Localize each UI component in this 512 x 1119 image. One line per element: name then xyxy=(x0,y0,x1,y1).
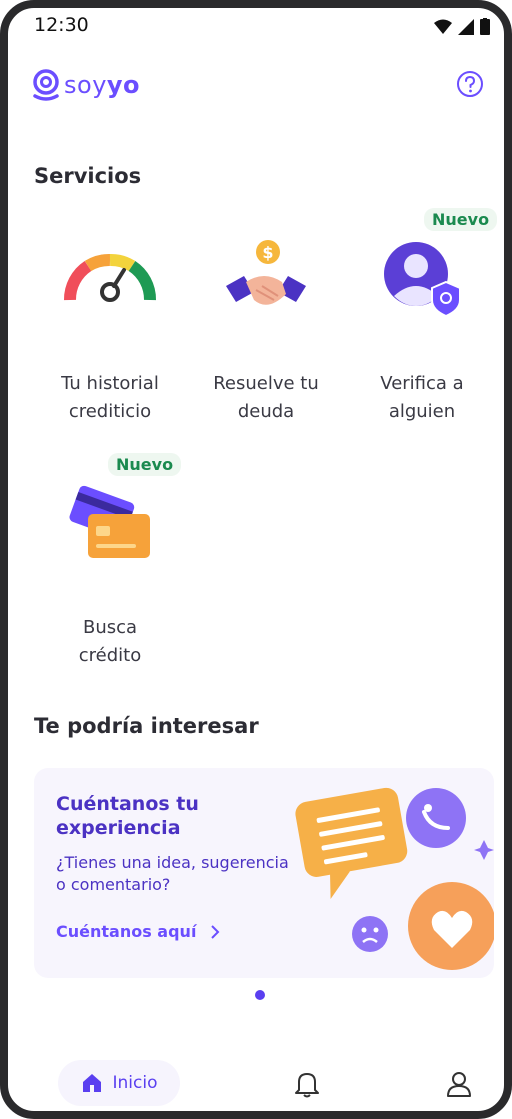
service-label-line1: Tu historial xyxy=(61,373,159,394)
user-shield-icon xyxy=(384,242,461,318)
banner-link-label: Cuéntanos aquí xyxy=(56,922,197,941)
carousel-dot-active[interactable] xyxy=(255,990,265,1000)
banner-subtitle: ¿Tienes una idea, sugerencia o comentari… xyxy=(56,853,289,894)
handshake-coin-icon: $ xyxy=(226,240,306,305)
home-icon xyxy=(82,1074,101,1092)
feedback-illustration-icon xyxy=(295,787,494,970)
phone-frame: 12:30 soyyo Servicios Tu historial credi… xyxy=(0,0,512,1119)
user-icon xyxy=(447,1072,471,1097)
service-verify-someone[interactable]: Verifica a alguien xyxy=(352,230,492,422)
interest-title: Te podría interesar xyxy=(34,714,259,738)
service-label: Resuelve tu deuda xyxy=(196,370,336,426)
bell-icon xyxy=(295,1073,319,1098)
signal-icon xyxy=(458,18,474,35)
status-time: 12:30 xyxy=(34,14,89,36)
service-find-credit[interactable]: Busca crédito xyxy=(40,474,180,666)
wifi-icon xyxy=(434,19,452,34)
service-label: Verifica a alguien xyxy=(352,370,492,426)
service-label-line1: Verifica a xyxy=(380,373,464,394)
service-label-line2: crediticio xyxy=(68,401,152,422)
nav-home-label: Inicio xyxy=(112,1073,158,1093)
help-button[interactable] xyxy=(456,70,484,103)
service-label-line1: Busca xyxy=(82,617,138,638)
feedback-banner[interactable]: Cuéntanos tu experiencia ¿Tienes una ide… xyxy=(34,768,494,978)
nav-notifications-tab[interactable] xyxy=(294,1070,320,1103)
app-logo: soyyo xyxy=(32,68,140,102)
credit-cards-icon xyxy=(69,485,150,558)
service-label: Tu historial crediticio xyxy=(40,370,180,426)
app-header: soyyo xyxy=(8,58,504,118)
new-badge: Nuevo xyxy=(424,208,498,231)
logo-mark-icon xyxy=(33,69,59,101)
svg-text:$: $ xyxy=(262,243,273,262)
help-circle-icon xyxy=(457,71,483,97)
service-resolve-debt[interactable]: $ Resuelve tu deuda xyxy=(196,230,336,422)
chevron-right-icon xyxy=(211,924,220,939)
gauge-icon xyxy=(64,254,156,302)
nav-profile-tab[interactable] xyxy=(446,1070,472,1103)
service-credit-history[interactable]: Tu historial crediticio xyxy=(40,230,180,422)
banner-title: Cuéntanos tu experiencia xyxy=(56,793,199,839)
service-label-line2: crédito xyxy=(78,645,142,666)
new-badge: Nuevo xyxy=(108,453,182,476)
logo-text: soyyo xyxy=(64,71,140,99)
services-title: Servicios xyxy=(34,164,142,188)
bottom-nav: Inicio xyxy=(8,1048,504,1111)
service-label-line2: deuda xyxy=(237,401,295,422)
service-label-line2: alguien xyxy=(388,401,456,422)
status-bar: 12:30 xyxy=(8,8,504,42)
service-label-line1: Resuelve tu xyxy=(213,373,319,394)
nav-home-tab[interactable]: Inicio xyxy=(58,1060,180,1106)
service-label: Busca crédito xyxy=(40,614,180,670)
banner-link[interactable]: Cuéntanos aquí xyxy=(56,922,220,941)
logo-suffix: yo xyxy=(106,71,141,99)
status-icons xyxy=(434,18,490,35)
logo-prefix: soy xyxy=(64,71,107,99)
battery-icon xyxy=(480,18,490,35)
